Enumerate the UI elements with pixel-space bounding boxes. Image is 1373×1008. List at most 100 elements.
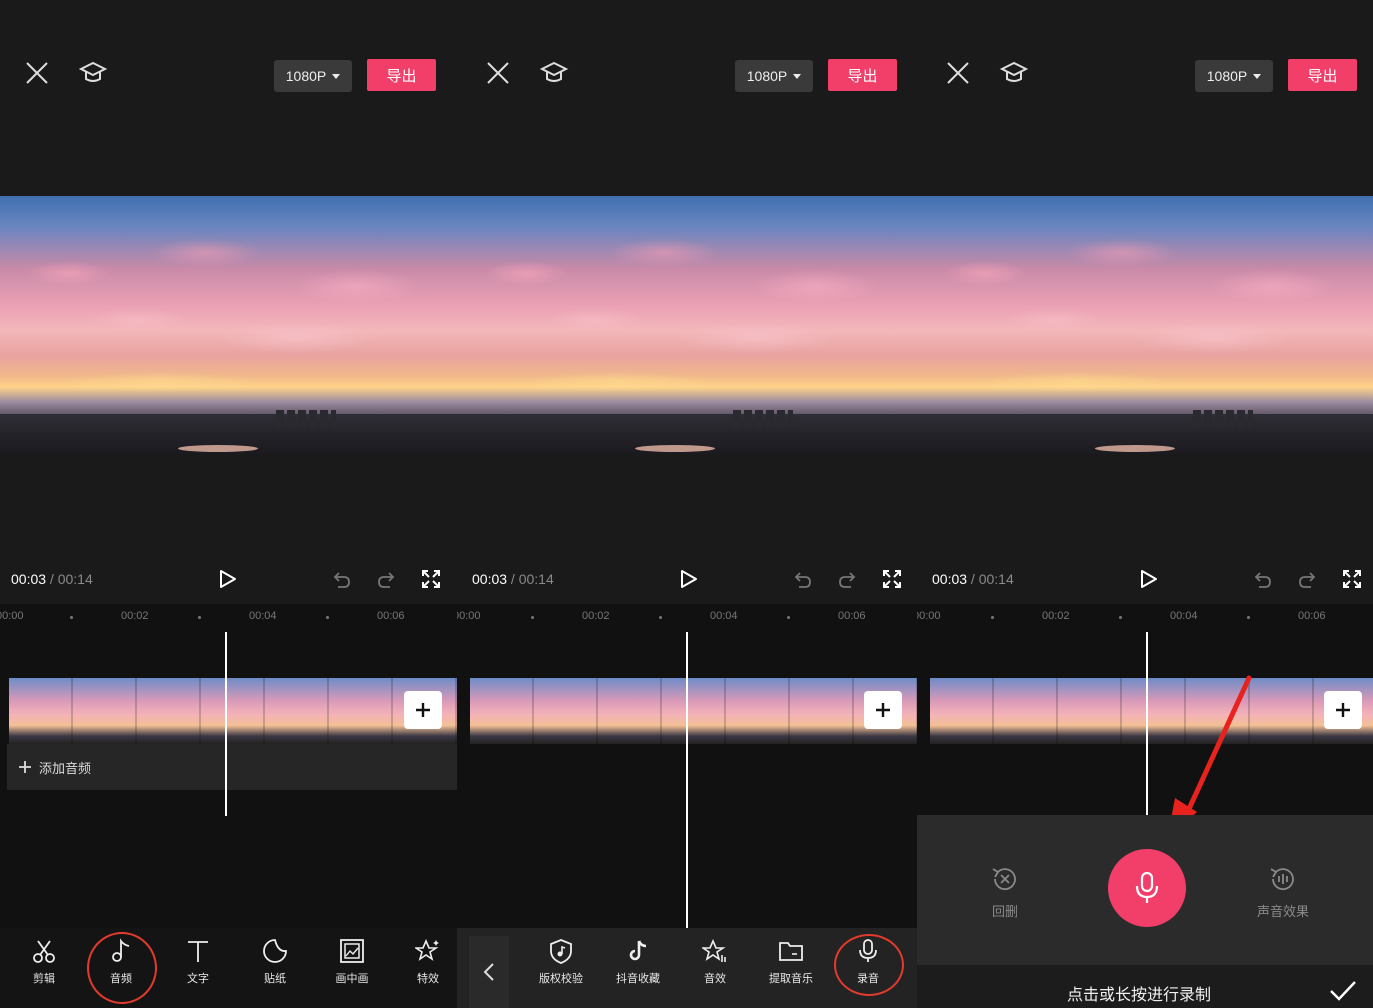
tool-label: 文字: [187, 972, 209, 985]
graduation-cap-icon[interactable]: [997, 56, 1031, 90]
editor-screen-recording: 1080P 导出 00:03 / 00:14 00:00 00:02 00: [917, 0, 1373, 1008]
time-ruler: 00:00 00:02 00:04 00:06: [457, 610, 917, 624]
voice-effects-button[interactable]: 声音效果: [1257, 863, 1309, 920]
tool-label: 画中画: [335, 972, 369, 985]
ruler-label: 00:04: [249, 610, 277, 622]
video-preview: [917, 196, 1373, 454]
video-track[interactable]: [470, 678, 917, 744]
graduation-cap-icon[interactable]: [76, 56, 110, 90]
checkmark-icon[interactable]: [1329, 977, 1357, 1005]
top-bar: 1080P 导出: [917, 0, 1373, 196]
text-icon: [188, 941, 208, 962]
video-track[interactable]: [930, 678, 1373, 744]
ruler-label: 00:02: [121, 610, 149, 622]
time-separator: /: [507, 571, 519, 587]
add-audio-track[interactable]: 添加音频: [7, 744, 457, 790]
record-hint-bar: 点击或长按进行录制: [917, 965, 1373, 1008]
tool-label: 提取音乐: [769, 972, 813, 985]
voice-effects-label: 声音效果: [1257, 905, 1310, 920]
play-icon[interactable]: [675, 566, 701, 592]
microphone-icon: [1135, 871, 1159, 903]
caret-down-icon: [332, 73, 341, 79]
top-bar: 1080P 导出: [457, 0, 917, 196]
tool-label: 特效: [417, 972, 439, 985]
add-clip-button[interactable]: [864, 691, 902, 729]
tool-label: 音效: [704, 972, 726, 985]
close-icon[interactable]: [943, 58, 973, 88]
tool-text[interactable]: 文字: [168, 938, 228, 986]
current-time: 00:03: [472, 571, 508, 587]
time-separator: /: [46, 571, 58, 587]
export-button[interactable]: 导出: [828, 59, 897, 91]
close-icon[interactable]: [483, 58, 513, 88]
folder-icon: [779, 942, 803, 961]
play-icon[interactable]: [1135, 566, 1161, 592]
resolution-select[interactable]: 1080P: [735, 60, 813, 92]
export-button[interactable]: 导出: [367, 59, 436, 91]
resolution-value: 1080P: [1206, 68, 1248, 84]
highlight-circle: [87, 932, 157, 1004]
ruler-label: 00:06: [838, 610, 866, 622]
undo-icon[interactable]: [330, 567, 354, 591]
time-ruler: 00:00 00:02 00:04 00:06: [917, 610, 1373, 624]
current-time: 00:03: [932, 571, 968, 587]
tool-sound-effects[interactable]: 音效: [685, 938, 745, 986]
star-effects-icon: [415, 938, 439, 961]
add-clip-button[interactable]: [1324, 691, 1362, 729]
ruler-label: 00:04: [710, 610, 738, 622]
voice-effect-icon: [1270, 868, 1294, 891]
fullscreen-icon[interactable]: [880, 567, 904, 591]
add-audio-label: 添加音频: [39, 761, 92, 777]
tool-copyright-check[interactable]: 版权校验: [531, 938, 591, 986]
plus-icon: [19, 761, 31, 773]
redo-icon[interactable]: [374, 567, 398, 591]
undo-icon[interactable]: [791, 567, 815, 591]
resolution-select[interactable]: 1080P: [274, 60, 352, 92]
fullscreen-icon[interactable]: [1340, 567, 1364, 591]
picture-in-picture-icon: [340, 939, 364, 963]
playhead[interactable]: [225, 632, 227, 816]
redo-icon[interactable]: [835, 567, 859, 591]
playhead[interactable]: [1146, 632, 1148, 816]
tool-label: 抖音收藏: [616, 972, 660, 985]
back-button[interactable]: [469, 936, 509, 1008]
plus-icon: [416, 703, 430, 717]
tool-label: 剪辑: [33, 972, 55, 985]
caret-down-icon: [793, 73, 802, 79]
graduation-cap-icon[interactable]: [537, 56, 571, 90]
time-separator: /: [967, 571, 979, 587]
ruler-label: 00:02: [582, 610, 610, 622]
rewind-delete-icon: [992, 868, 1016, 891]
tool-extract-music[interactable]: 提取音乐: [761, 938, 821, 986]
tiktok-icon: [629, 940, 647, 961]
current-time: 00:03: [11, 571, 47, 587]
tool-effects[interactable]: 特效: [398, 938, 457, 986]
delete-back-label: 回删: [991, 905, 1018, 920]
resolution-value: 1080P: [746, 68, 788, 84]
fullscreen-icon[interactable]: [419, 567, 443, 591]
redo-icon[interactable]: [1295, 567, 1319, 591]
total-time: 00:14: [57, 571, 93, 587]
audio-submenu-toolbar: 版权校验 抖音收藏 音效 提取音乐 录音: [457, 928, 917, 1008]
highlight-circle: [834, 934, 904, 996]
tool-sticker[interactable]: 贴纸: [245, 938, 305, 986]
export-button[interactable]: 导出: [1288, 59, 1357, 91]
resolution-value: 1080P: [285, 68, 327, 84]
record-button[interactable]: [1108, 849, 1186, 927]
add-clip-button[interactable]: [404, 691, 442, 729]
tool-pip[interactable]: 画中画: [322, 938, 382, 986]
video-track[interactable]: [9, 678, 457, 744]
time-display: 00:03 / 00:14: [932, 571, 1014, 587]
playhead[interactable]: [686, 632, 688, 928]
playback-controls: 00:03 / 00:14: [0, 560, 457, 600]
resolution-select[interactable]: 1080P: [1195, 60, 1273, 92]
bottom-toolbar: 剪辑 音频 文字 贴纸 画中画 特效: [0, 928, 457, 1008]
recording-panel: 回删 声音效果 点击或长按进行录制: [917, 815, 1373, 1008]
play-icon[interactable]: [214, 566, 240, 592]
tool-douyin-favorites[interactable]: 抖音收藏: [608, 938, 668, 986]
delete-back-button[interactable]: 回删: [989, 863, 1021, 920]
total-time: 00:14: [518, 571, 554, 587]
tool-edit[interactable]: 剪辑: [14, 938, 74, 986]
close-icon[interactable]: [22, 58, 52, 88]
undo-icon[interactable]: [1251, 567, 1275, 591]
